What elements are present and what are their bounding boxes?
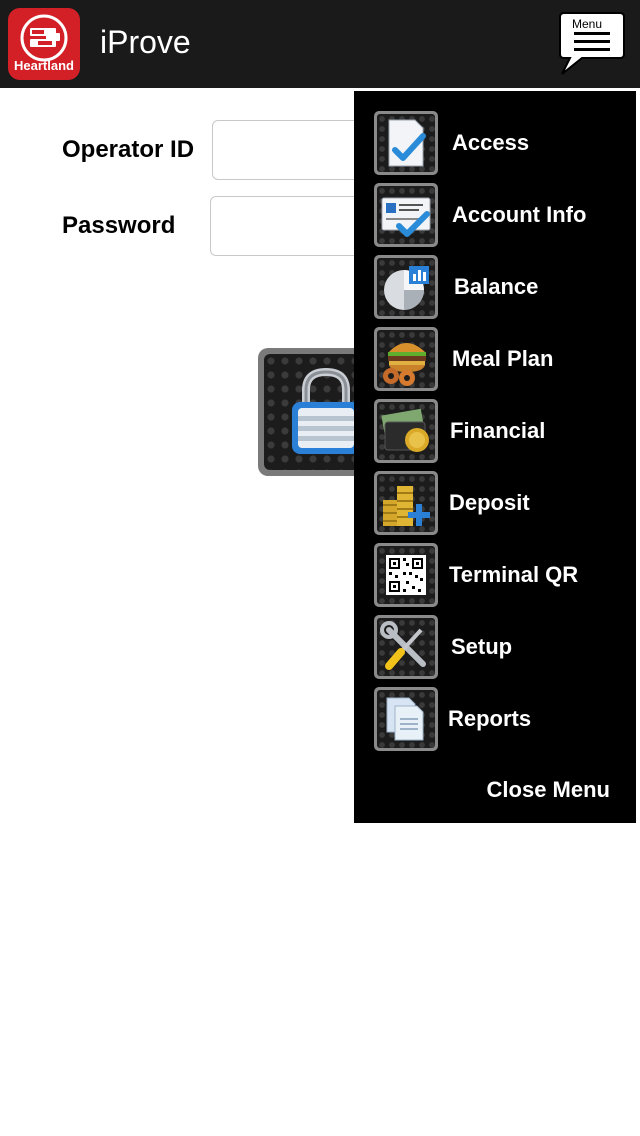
menu-item-label: Reports [448,706,532,731]
menu-item-access[interactable]: Access [354,111,636,177]
menu-item-account-info[interactable]: Account Info [354,183,636,249]
app-header: Heartland iProve Menu [0,0,640,88]
burger-donuts-icon [383,343,426,386]
document-check-icon [388,119,426,167]
password-input[interactable] [210,196,372,256]
heartland-logo: Heartland [8,8,80,80]
close-menu-button[interactable]: Close Menu [487,777,610,803]
menu-item-label: Deposit [449,490,530,515]
qr-code-icon [386,555,426,595]
menu-item-label: Access [452,130,530,155]
menu-item-label: Balance [454,274,539,299]
id-card-check-icon [381,197,431,237]
menu-item-financial[interactable]: Financial [354,399,636,465]
menu-item-meal-plan[interactable]: Meal Plan [354,327,636,393]
menu-item-setup[interactable]: Setup [354,615,636,681]
app-title: iProve [100,24,191,60]
menu-item-reports[interactable]: Reports [354,687,636,753]
logo-text: Heartland [14,58,74,73]
documents-icon [386,697,424,741]
menu-item-terminal-qr[interactable]: Terminal QR [354,543,636,609]
pie-chart-icon [384,266,429,310]
tools-icon [380,621,426,670]
password-label: Password [62,212,176,239]
menu-item-balance[interactable]: Balance [354,255,636,321]
menu-item-label: Financial [450,418,546,443]
menu-button-label: Menu [572,17,603,31]
coins-plus-icon [383,486,430,526]
menu-item-deposit[interactable]: Deposit [354,471,636,537]
menu-item-label: Setup [451,634,513,659]
wallet-money-icon [381,408,429,452]
operator-id-label: Operator ID [62,136,195,163]
operator-id-input[interactable] [212,120,372,180]
menu-button[interactable]: Menu [556,10,628,78]
menu-item-label: Account Info [452,202,587,227]
menu-item-label: Meal Plan [452,346,554,371]
menu-item-label: Terminal QR [449,562,579,587]
side-menu: Access Account Info Balance Meal Plan Fi… [354,91,636,823]
